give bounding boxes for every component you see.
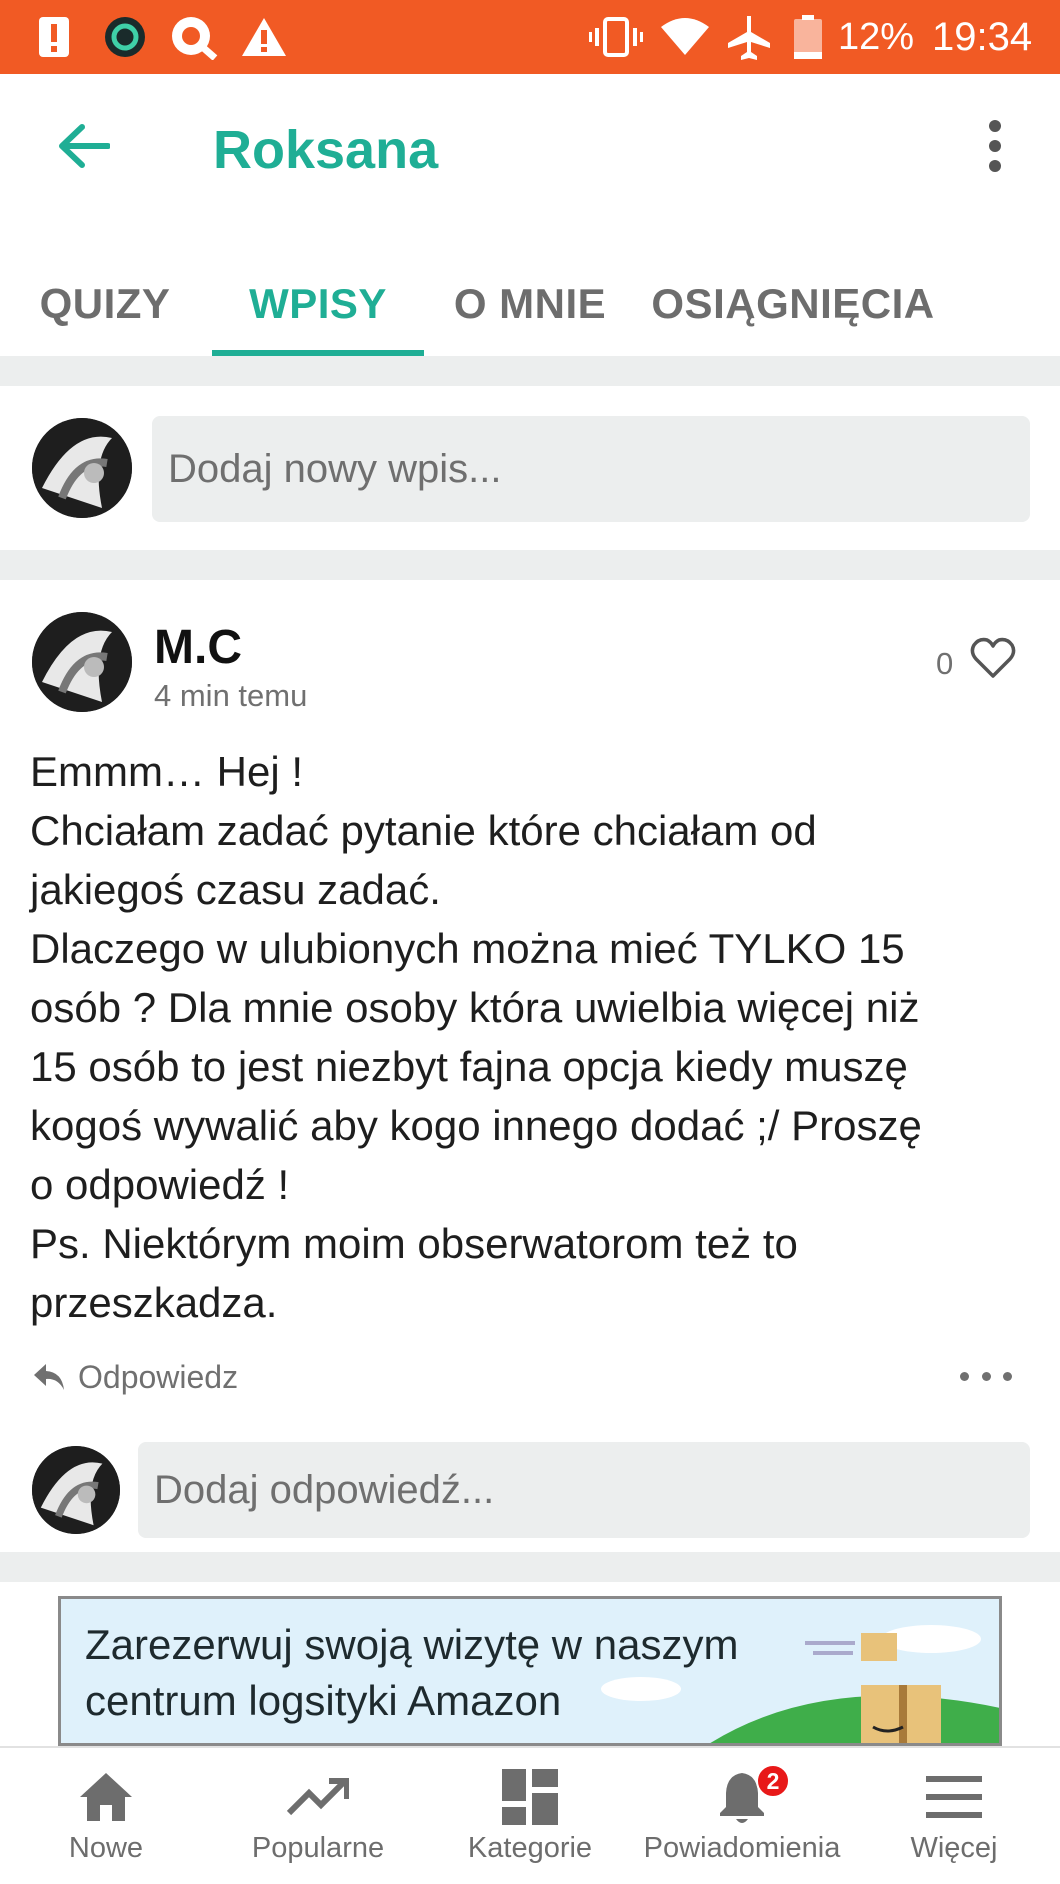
post-line: przeszkadza.	[30, 1279, 278, 1326]
ad-banner[interactable]: Zarezerwuj swoją wizytę w naszym centrum…	[58, 1596, 1002, 1746]
nav-label: Kategorie	[467, 1832, 593, 1864]
q-app-icon	[166, 14, 220, 60]
dashboard-icon	[424, 1766, 636, 1828]
like-count: 0	[936, 646, 954, 681]
post-body: Emmm… Hej ! Chciałam zadać pytanie które…	[30, 742, 1040, 1332]
new-post-card: Dodaj nowy wpis...	[0, 386, 1060, 550]
battery-icon	[792, 14, 824, 60]
nav-powiadomienia[interactable]: Powiadomienia	[636, 1748, 848, 1884]
avatar	[32, 418, 132, 518]
post-line: kogoś wywalić aby kogo innego dodać ;/ P…	[30, 1102, 922, 1149]
nav-wiecej[interactable]: Więcej	[848, 1748, 1060, 1884]
more-vertical-icon	[989, 120, 1001, 172]
post-line: 15 osób to jest niezbyt fajna opcja kied…	[30, 1043, 908, 1090]
page-title: Roksana	[213, 120, 439, 180]
tab-o-mnie[interactable]: O MNIE	[440, 252, 620, 356]
ad-line-1: Zarezerwuj swoją wizytę w naszym	[85, 1621, 739, 1668]
more-dot	[960, 1371, 969, 1381]
tab-osiagniecia[interactable]: OSIĄGNIĘCIA	[648, 252, 938, 356]
reply-button[interactable]: Odpowiedz	[32, 1354, 238, 1400]
post-card: M.C 4 min temu 0 Emmm… Hej ! Chciałam za…	[0, 580, 1060, 1552]
menu-icon	[848, 1766, 1060, 1828]
wifi-icon	[658, 14, 712, 60]
ad-area: Zarezerwuj swoją wizytę w naszym centrum…	[0, 1582, 1060, 1746]
post-author[interactable]: M.C	[154, 620, 242, 676]
back-button[interactable]	[48, 110, 120, 182]
arrow-left-icon	[59, 124, 110, 168]
clock: 19:34	[932, 15, 1033, 59]
post-line: o odpowiedź !	[30, 1161, 290, 1208]
ad-line-2: centrum logsityki Amazon	[85, 1677, 562, 1724]
nav-label: Powiadomienia	[643, 1832, 841, 1864]
status-bar: 12% 19:34	[0, 0, 1060, 74]
app-icon	[102, 14, 148, 60]
post-line: jakiegoś czasu zadać.	[30, 866, 441, 913]
nav-popularne[interactable]: Popularne	[212, 1748, 424, 1884]
more-dot	[1003, 1371, 1012, 1381]
post-line: Dlaczego w ulubionych można mieć TYLKO 1…	[30, 925, 905, 972]
more-dot	[981, 1371, 991, 1381]
nav-label: Nowe	[68, 1832, 144, 1864]
profile-tabs: QUIZY WPISY O MNIE OSIĄGNIĘCIA	[0, 252, 1060, 356]
notification-badge: 2	[756, 1764, 790, 1798]
post-line: Chciałam zadać pytanie które chciałam od	[30, 807, 817, 854]
active-tab-indicator	[212, 350, 424, 356]
vibrate-icon	[588, 14, 644, 60]
nav-kategorie[interactable]: Kategorie	[424, 1748, 636, 1884]
post-line: Emmm… Hej !	[30, 748, 303, 795]
nav-label: Popularne	[251, 1832, 385, 1864]
author-avatar[interactable]	[32, 612, 132, 712]
post-line: Ps. Niektórym moim obserwatorom też to	[30, 1220, 798, 1267]
nav-nowe[interactable]: Nowe	[0, 1748, 212, 1884]
reply-label: Odpowiedz	[78, 1358, 239, 1395]
trending-icon	[212, 1766, 424, 1828]
tab-wpisy[interactable]: WPISY	[212, 252, 424, 356]
ad-text: Zarezerwuj swoją wizytę w naszym centrum…	[85, 1617, 739, 1729]
overflow-menu-button[interactable]	[970, 110, 1020, 182]
heart-icon	[970, 637, 1016, 678]
tab-quizy[interactable]: QUIZY	[20, 252, 190, 356]
nav-label: Więcej	[910, 1832, 998, 1864]
post-timestamp: 4 min temu	[154, 678, 308, 713]
bell-icon	[636, 1766, 848, 1828]
reply-avatar	[32, 1446, 120, 1534]
reply-icon	[34, 1364, 64, 1390]
warning-icon	[240, 14, 288, 60]
reply-input[interactable]: Dodaj odpowiedź...	[138, 1442, 1030, 1538]
new-post-input[interactable]: Dodaj nowy wpis...	[152, 416, 1030, 522]
alert-icon	[34, 14, 74, 60]
post-line: osób ? Dla mnie osoby która uwielbia wię…	[30, 984, 920, 1031]
battery-percent: 12%	[838, 16, 915, 58]
airplane-icon	[724, 14, 774, 60]
like-button[interactable]	[970, 636, 1018, 684]
app-bar: Roksana QUIZY WPISY O MNIE OSIĄGNIĘCIA	[0, 74, 1060, 356]
home-icon	[0, 1766, 212, 1828]
bottom-navigation: Nowe Popularne Kategorie Powiadomienia 2…	[0, 1746, 1060, 1884]
post-more-button[interactable]	[960, 1356, 1012, 1396]
